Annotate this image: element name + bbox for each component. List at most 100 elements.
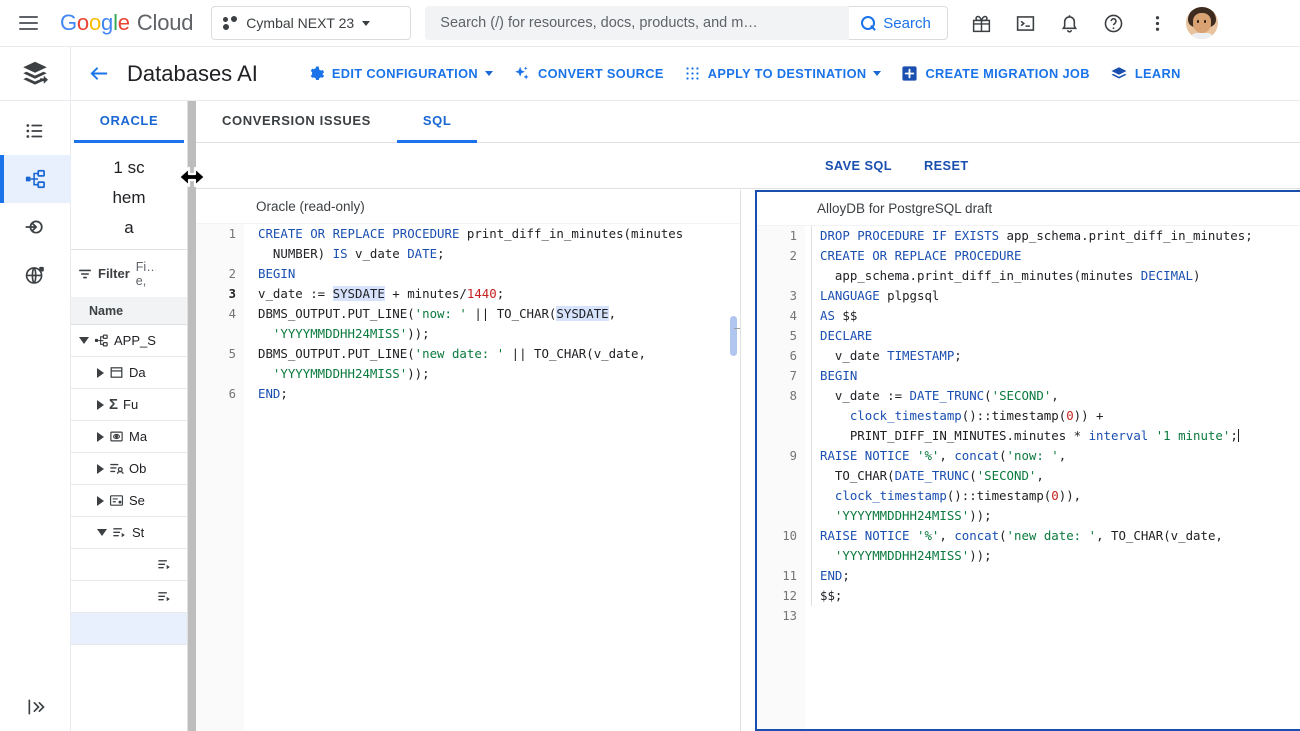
code-text[interactable]: BEGIN	[244, 264, 295, 284]
filter-button[interactable]: Filter	[77, 266, 130, 282]
chevron-right-icon[interactable]	[97, 495, 104, 506]
panel-resize-handle[interactable]	[188, 101, 196, 731]
table-row[interactable]: Da	[71, 357, 187, 389]
filter-input[interactable]: Fi… e,	[136, 260, 156, 288]
create-migration-job-button[interactable]: CREATE MIGRATION JOB	[891, 56, 1099, 92]
code-text[interactable]: BEGIN	[811, 366, 857, 386]
chevron-down-icon	[362, 20, 371, 26]
code-text[interactable]: v_date := SYSDATE + minutes/1440;	[244, 284, 504, 304]
code-text[interactable]: DBMS_OUTPUT.PUT_LINE('now: ' || TO_CHAR(…	[244, 304, 616, 344]
table-row[interactable]: APP_S	[71, 325, 187, 357]
gear-icon	[310, 66, 324, 81]
gift-icon[interactable]	[962, 3, 1002, 43]
logo-word-cloud: Cloud	[136, 10, 194, 35]
code-line: 8 v_date := DATE_TRUNC('SECOND', clock_t…	[757, 386, 1300, 446]
plus-box-icon	[902, 66, 918, 81]
code-text[interactable]: v_date := DATE_TRUNC('SECOND', clock_tim…	[811, 386, 1239, 446]
table-row[interactable]	[71, 549, 187, 581]
reset-button[interactable]: RESET	[912, 151, 981, 180]
logo-letter-g2: g	[101, 10, 114, 35]
sql-workspace: CONVERSION ISSUES SQL SAVE SQL RESET Ora…	[196, 101, 1300, 731]
postgres-code-body[interactable]: 1 DROP PROCEDURE IF EXISTS app_schema.pri…	[757, 226, 1300, 729]
code-text[interactable]: END;	[811, 566, 850, 586]
oracle-scrollbar-track[interactable]	[730, 224, 739, 731]
code-line: 4 AS $$	[757, 306, 1300, 326]
tree-item-label: Ma	[129, 429, 148, 444]
create-migration-job-label: CREATE MIGRATION JOB	[925, 66, 1090, 81]
code-text[interactable]: CREATE OR REPLACE PROCEDURE print_diff_i…	[244, 224, 683, 264]
table-row[interactable]: Se	[71, 485, 187, 517]
tree-item-label: Da	[129, 365, 146, 380]
code-text[interactable]: RAISE NOTICE '%', concat('now: ', TO_CHA…	[811, 446, 1081, 526]
table-row[interactable]	[71, 613, 187, 645]
learn-button[interactable]: LEARN	[1100, 56, 1191, 92]
tree-item-label: APP_S	[114, 333, 156, 348]
save-sql-button[interactable]: SAVE SQL	[813, 151, 904, 180]
oracle-scrollbar-thumb[interactable]	[730, 316, 737, 356]
code-text[interactable]: AS $$	[811, 306, 857, 326]
line-number: 4	[196, 304, 244, 324]
expand-panel-icon[interactable]	[0, 689, 71, 725]
hamburger-menu-icon[interactable]	[8, 3, 48, 43]
code-line: 5 DBMS_OUTPUT.PUT_LINE('new date: ' || TO…	[196, 344, 740, 384]
explorer-tab-oracle[interactable]: ORACLE	[74, 101, 184, 143]
code-text[interactable]: DECLARE	[811, 326, 872, 346]
sidebar-item-schema[interactable]	[0, 155, 71, 203]
tab-conversion-issues[interactable]: CONVERSION ISSUES	[196, 101, 397, 143]
chevron-right-icon[interactable]	[97, 399, 104, 410]
code-line: 11 END;	[757, 566, 1300, 586]
sidebar-item-global[interactable]	[0, 251, 71, 299]
tab-sql[interactable]: SQL	[396, 101, 478, 143]
google-cloud-logo[interactable]: Google Cloud	[60, 10, 193, 36]
tree-item-label: Ob	[129, 461, 147, 476]
code-line: 3 LANGUAGE plpgsql	[757, 286, 1300, 306]
chevron-down-icon[interactable]	[79, 337, 89, 344]
top-app-bar: Google Cloud Cymbal NEXT 23 Search (/) f…	[0, 0, 1300, 47]
code-text[interactable]: DBMS_OUTPUT.PUT_LINE('new date: ' || TO_…	[244, 344, 646, 384]
code-text[interactable]: RAISE NOTICE '%', concat('new date: ', T…	[811, 526, 1223, 566]
search-button-label: Search	[883, 14, 931, 32]
oracle-code-body[interactable]: 1 CREATE OR REPLACE PROCEDURE print_diff_…	[196, 224, 740, 731]
user-avatar[interactable]	[1185, 7, 1218, 39]
line-number: 3	[757, 286, 805, 306]
table-row[interactable]: St	[71, 517, 187, 549]
sidebar-item-list[interactable]	[0, 107, 71, 155]
more-vert-icon[interactable]	[1138, 3, 1178, 43]
sql-action-row: SAVE SQL RESET	[196, 143, 1300, 189]
line-number: 6	[196, 384, 244, 404]
chevron-right-icon[interactable]	[97, 367, 104, 378]
table-row[interactable]: Σ Fu	[71, 389, 187, 421]
project-selector[interactable]: Cymbal NEXT 23	[211, 6, 412, 40]
postgres-editor-header: AlloyDB for PostgreSQL draft	[757, 192, 1300, 226]
code-text[interactable]: CREATE OR REPLACE PROCEDURE app_schema.p…	[811, 246, 1200, 286]
line-number: 4	[757, 306, 805, 326]
table-row[interactable]: Ob	[71, 453, 187, 485]
chevron-right-icon[interactable]	[97, 463, 104, 474]
back-arrow-icon[interactable]	[79, 54, 119, 94]
table-row[interactable]: Ma	[71, 421, 187, 453]
table-row[interactable]	[71, 581, 187, 613]
notifications-bell-icon[interactable]	[1050, 3, 1090, 43]
apply-to-destination-button[interactable]: APPLY TO DESTINATION	[674, 56, 892, 92]
cloud-shell-terminal-icon[interactable]	[1006, 3, 1046, 43]
sidebar-item-connection[interactable]	[0, 203, 71, 251]
code-line: 6 END;	[196, 384, 740, 404]
code-line: 3 v_date := SYSDATE + minutes/1440;	[196, 284, 740, 304]
chevron-right-icon[interactable]	[97, 431, 104, 442]
code-text[interactable]: $$;	[811, 586, 842, 606]
code-text[interactable]: v_date TIMESTAMP;	[811, 346, 962, 366]
search-button[interactable]: Search	[849, 6, 948, 40]
left-nav-rail	[0, 101, 71, 731]
code-text[interactable]: LANGUAGE plpgsql	[811, 286, 939, 306]
search-input[interactable]: Search (/) for resources, docs, products…	[425, 6, 850, 40]
help-question-icon[interactable]	[1094, 3, 1134, 43]
chevron-down-icon[interactable]	[97, 529, 107, 536]
line-number: 13	[757, 606, 805, 626]
code-line: 10 RAISE NOTICE '%', concat('new date: ',…	[757, 526, 1300, 566]
convert-source-button[interactable]: CONVERT SOURCE	[503, 56, 674, 92]
code-text[interactable]: DROP PROCEDURE IF EXISTS app_schema.prin…	[811, 226, 1253, 246]
line-number: 1	[196, 224, 244, 244]
edit-configuration-button[interactable]: EDIT CONFIGURATION	[298, 56, 503, 92]
code-text[interactable]: END;	[244, 384, 288, 404]
stored-procedure-icon	[158, 592, 170, 602]
